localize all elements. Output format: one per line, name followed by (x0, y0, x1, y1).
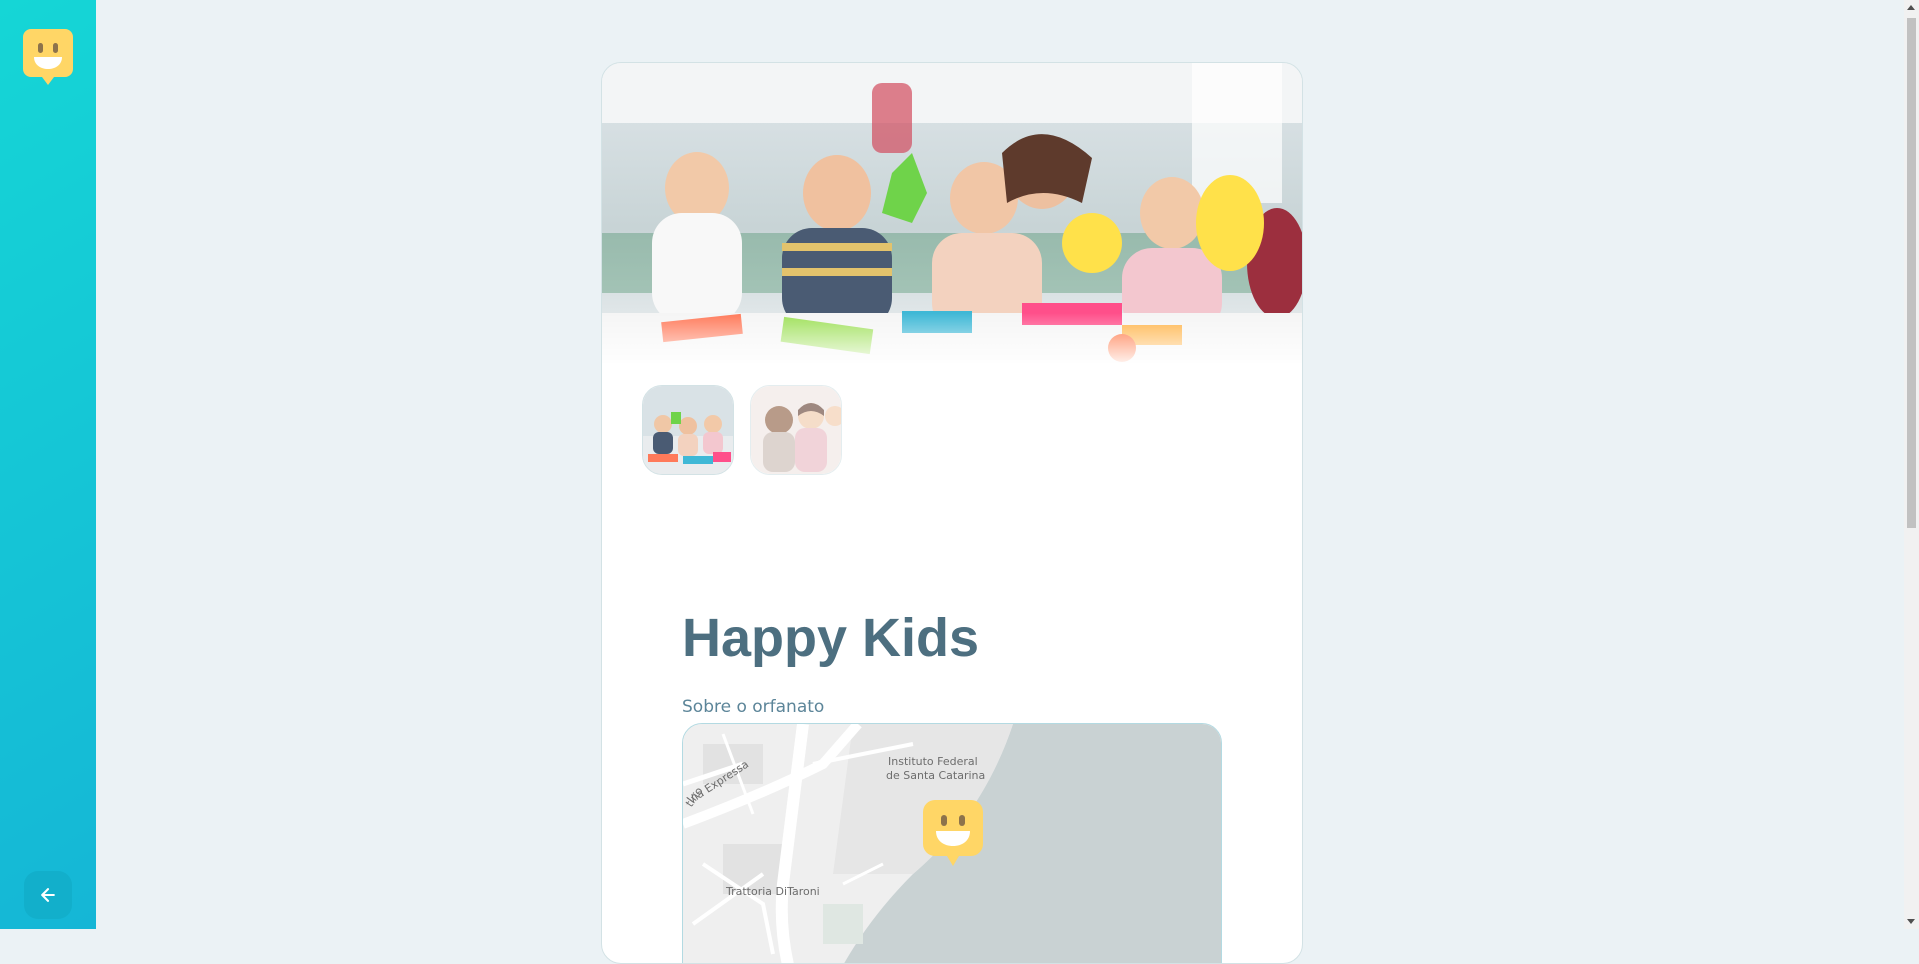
hero-image (602, 63, 1302, 363)
gallery-thumbnails (642, 385, 842, 475)
map-label-institute: Instituto Federal (888, 755, 978, 768)
orphanage-details-card: Happy Kids Sobre o orfanato Instituto Fe… (601, 62, 1303, 964)
orphanage-subtitle: Sobre o orfanato (682, 697, 825, 717)
sidebar (0, 0, 96, 929)
map[interactable]: Instituto Federal de Santa Catarina Via … (682, 723, 1222, 963)
scroll-up-icon[interactable] (1907, 5, 1915, 10)
thumbnail-1[interactable] (642, 385, 734, 475)
map-label-institute-2: de Santa Catarina (886, 769, 986, 782)
map-label-restaurant: Trattoria DiTaroni (726, 885, 820, 898)
scroll-thumb[interactable] (1907, 18, 1916, 528)
scroll-down-icon[interactable] (1907, 919, 1915, 924)
back-button[interactable] (24, 871, 72, 919)
happy-face-map-marker-icon[interactable] (923, 800, 983, 866)
orphanage-name: Happy Kids (682, 608, 980, 668)
thumbnail-2[interactable] (750, 385, 842, 475)
arrow-left-icon (41, 888, 55, 902)
page-scrollbar[interactable] (1904, 0, 1919, 929)
happy-face-logo-icon[interactable] (23, 29, 73, 85)
